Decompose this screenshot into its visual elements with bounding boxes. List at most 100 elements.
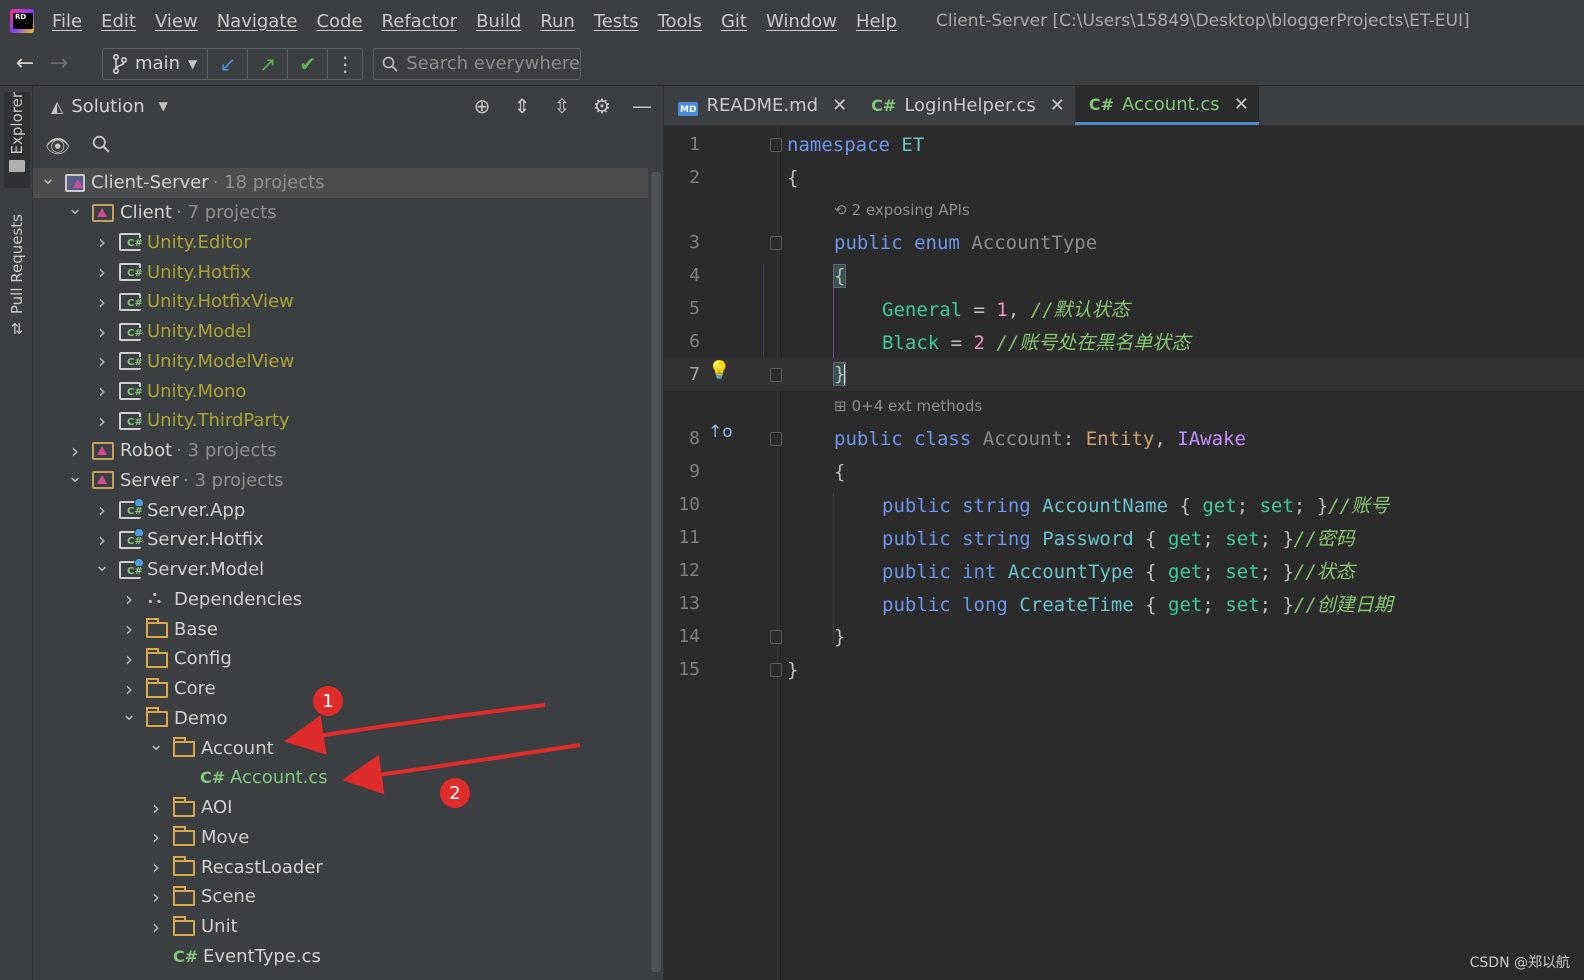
menu-git[interactable]: Git [721, 11, 747, 32]
tree-item[interactable]: ›C#Account.cs [33, 763, 648, 793]
tree-item[interactable]: › Scene [33, 882, 648, 912]
menu-tests[interactable]: Tests [594, 11, 639, 32]
tab-loginhelper[interactable]: C# LoginHelper.cs ✕ [857, 86, 1075, 125]
tab-readme[interactable]: MD README.md ✕ [664, 86, 857, 125]
menu-build[interactable]: Build [476, 11, 521, 32]
tree-item[interactable]: › Base [33, 614, 648, 644]
menu-edit[interactable]: Edit [101, 11, 136, 32]
chevron-right-icon[interactable]: › [93, 409, 111, 433]
search-everywhere-input[interactable]: Search everywhere [373, 47, 582, 80]
chevron-right-icon[interactable]: › [93, 290, 111, 314]
gear-icon[interactable]: ⚙ [589, 94, 615, 118]
pull-requests-tool-tab[interactable]: Pull Requests ⇅ [4, 214, 30, 344]
tree-item[interactable]: › Server.App [33, 495, 648, 525]
tree-item[interactable]: ⌄ Client-Server · 18 projects [33, 168, 648, 198]
fold-marker-icon[interactable] [770, 138, 782, 152]
chevron-right-icon[interactable]: › [93, 260, 111, 284]
branch-selector[interactable]: main ▼ [103, 48, 209, 79]
chevron-down-icon[interactable]: ⌄ [93, 555, 111, 576]
tree-item[interactable]: › Config [33, 644, 648, 674]
menu-help[interactable]: Help [856, 11, 897, 32]
collapse-all-icon[interactable]: ⇳ [549, 94, 575, 118]
fold-marker-icon[interactable] [770, 368, 782, 382]
fold-marker-icon[interactable] [770, 432, 782, 446]
chevron-right-icon[interactable]: › [120, 617, 138, 641]
chevron-right-icon[interactable]: › [147, 885, 165, 909]
chevron-down-icon[interactable]: ⌄ [39, 168, 57, 189]
vcs-update-button[interactable]: ↙ [208, 48, 249, 79]
locate-file-icon[interactable]: ⊕ [469, 94, 495, 118]
chevron-down-icon[interactable]: ⌄ [66, 198, 84, 219]
inlay-hint-exposing-apis[interactable]: ⟲ 2 exposing APIs [834, 201, 970, 219]
vcs-push-button[interactable]: ↗ [248, 48, 289, 79]
explorer-title[interactable]: Solution [71, 96, 144, 117]
chevron-right-icon[interactable]: › [147, 915, 165, 939]
fold-marker-icon[interactable] [770, 236, 782, 250]
tree-item[interactable]: › Unity.Hotfix [33, 257, 648, 287]
chevron-right-icon[interactable]: › [93, 379, 111, 403]
tree-item[interactable]: › Unit [33, 912, 648, 942]
tree-item[interactable]: › AOI [33, 793, 648, 823]
tree-item[interactable]: › Unity.ModelView [33, 347, 648, 377]
lightbulb-icon[interactable]: 💡 [708, 360, 730, 381]
code-editor[interactable]: 1 namespace ET 2 { ⟲ 2 exposing APIs 3 pu… [664, 127, 1584, 980]
tree-item[interactable]: › Unity.Editor [33, 228, 648, 258]
menu-file[interactable]: File [52, 11, 82, 32]
expand-all-icon[interactable]: ⇕ [509, 94, 535, 118]
explorer-scrollbar[interactable] [649, 168, 663, 980]
chevron-right-icon[interactable]: › [147, 855, 165, 879]
vcs-more-button[interactable]: ⋮ [328, 49, 362, 79]
tree-item[interactable]: › Server.Hotfix [33, 525, 648, 555]
tree-item[interactable]: › Unity.ThirdParty [33, 406, 648, 436]
chevron-right-icon[interactable]: › [120, 647, 138, 671]
implements-interface-icon[interactable]: ↑o [708, 422, 733, 442]
tree-item[interactable]: ⌄ Server · 3 projects [33, 466, 648, 496]
chevron-right-icon[interactable]: › [120, 677, 138, 701]
chevron-right-icon[interactable]: › [147, 796, 165, 820]
search-icon[interactable] [92, 134, 110, 158]
fold-marker-icon[interactable] [770, 630, 782, 644]
tab-account[interactable]: C# Account.cs ✕ [1074, 86, 1259, 125]
chevron-right-icon[interactable]: › [93, 230, 111, 254]
tree-item[interactable]: › RecastLoader [33, 852, 648, 882]
back-arrow-icon[interactable]: ← [10, 49, 40, 79]
explorer-tool-tab[interactable]: Explorer [4, 92, 30, 188]
tree-item[interactable]: › Dependencies [33, 585, 648, 615]
tree-item[interactable]: › Unity.HotfixView [33, 287, 648, 317]
menu-run[interactable]: Run [540, 11, 575, 32]
close-icon[interactable]: ✕ [832, 95, 847, 116]
menu-code[interactable]: Code [316, 11, 362, 32]
chevron-right-icon[interactable]: › [66, 439, 84, 463]
tree-item[interactable]: › Unity.Mono [33, 376, 648, 406]
tree-item[interactable]: › Unity.Model [33, 317, 648, 347]
inlay-hint-ext-methods[interactable]: ⊞ 0+4 ext methods [834, 397, 982, 415]
chevron-down-icon[interactable]: ▼ [159, 99, 168, 113]
close-icon[interactable]: ✕ [1050, 95, 1065, 116]
chevron-down-icon[interactable]: ⌄ [120, 704, 138, 725]
close-icon[interactable]: ✕ [1234, 94, 1249, 115]
forward-arrow-icon[interactable]: → [44, 49, 74, 79]
chevron-right-icon[interactable]: › [147, 825, 165, 849]
tree-item[interactable]: ⌄ Account [33, 733, 648, 763]
chevron-down-icon[interactable]: ⌄ [66, 466, 84, 487]
chevron-right-icon[interactable]: › [93, 349, 111, 373]
minimize-icon[interactable]: — [629, 94, 655, 118]
chevron-right-icon[interactable]: › [93, 320, 111, 344]
tree-item[interactable]: ⌄ Server.Model [33, 555, 648, 585]
vcs-commit-button[interactable]: ✔ [288, 48, 329, 79]
chevron-right-icon[interactable]: › [120, 587, 138, 611]
menu-navigate[interactable]: Navigate [217, 11, 298, 32]
tree-item[interactable]: ⌄ Client · 7 projects [33, 198, 648, 228]
chevron-right-icon[interactable]: › [93, 498, 111, 522]
show-all-files-icon[interactable]: 👁 [45, 134, 70, 158]
menu-window[interactable]: Window [766, 11, 837, 32]
fold-marker-icon[interactable] [770, 663, 782, 677]
chevron-right-icon[interactable]: › [93, 528, 111, 552]
tree-item[interactable]: ›C#EventType.cs [33, 942, 648, 972]
menu-refactor[interactable]: Refactor [382, 11, 458, 32]
tree-item[interactable]: › Move [33, 823, 648, 853]
rider-logo-icon[interactable] [10, 9, 34, 33]
menu-tools[interactable]: Tools [658, 11, 702, 32]
menu-view[interactable]: View [155, 11, 198, 32]
chevron-down-icon[interactable]: ⌄ [147, 734, 165, 755]
